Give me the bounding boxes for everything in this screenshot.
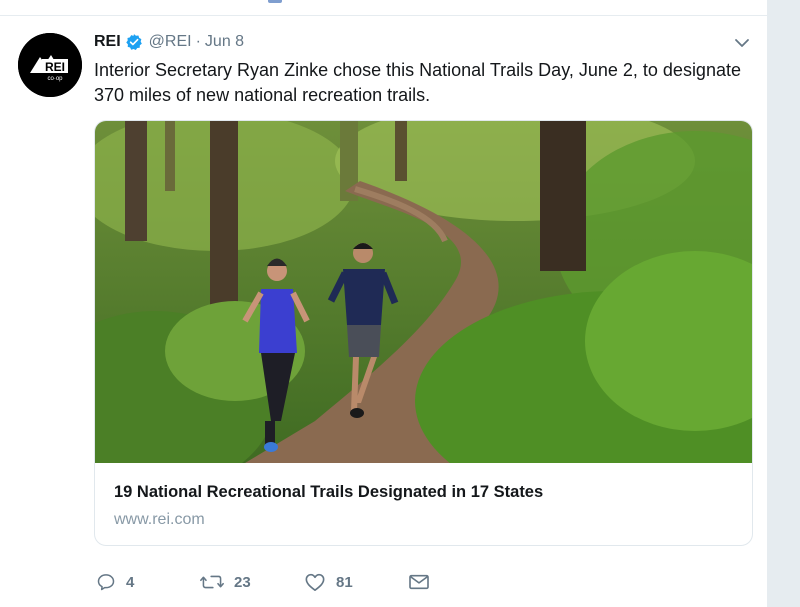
reply-count: 4 — [126, 573, 135, 591]
tweet-header: REI @REI · Jun 8 — [94, 32, 244, 52]
header-separator: · — [195, 33, 201, 50]
tweet-text: Interior Secretary Ryan Zinke chose this… — [94, 60, 741, 105]
thread-indicator — [268, 0, 282, 3]
retweet-count: 23 — [234, 573, 251, 591]
reply-icon — [97, 574, 115, 591]
verified-badge-icon — [125, 33, 143, 51]
trail-runners-photo — [95, 121, 752, 463]
author-name[interactable]: REI — [94, 32, 121, 52]
tweet-actions: 4 23 81 — [96, 568, 456, 596]
direct-message-button[interactable] — [408, 568, 430, 596]
envelope-icon — [409, 574, 429, 590]
retweet-button[interactable]: 23 — [200, 568, 251, 596]
avatar-logo-text: REI — [45, 60, 65, 74]
author-handle[interactable]: @REI — [149, 32, 192, 52]
link-card-title: 19 National Recreational Trails Designat… — [114, 483, 544, 501]
tweet-date[interactable]: Jun 8 — [205, 32, 244, 52]
previous-tweet-edge — [0, 0, 768, 16]
avatar[interactable]: REI co·op — [18, 33, 82, 97]
link-card[interactable]: 19 National Recreational Trails Designat… — [94, 120, 753, 546]
link-card-domain: www.rei.com — [114, 511, 205, 528]
retweet-icon — [200, 575, 224, 589]
rei-logo-icon: REI co·op — [18, 33, 82, 97]
heart-icon — [305, 573, 325, 591]
like-button[interactable]: 81 — [304, 568, 353, 596]
chevron-down-icon[interactable] — [734, 36, 750, 48]
like-count: 81 — [336, 573, 353, 591]
avatar-logo-subtext: co·op — [47, 76, 63, 82]
reply-button[interactable]: 4 — [96, 568, 134, 596]
tweet[interactable]: REI co·op REI @REI · Jun 8 Interior Secr… — [0, 0, 768, 607]
